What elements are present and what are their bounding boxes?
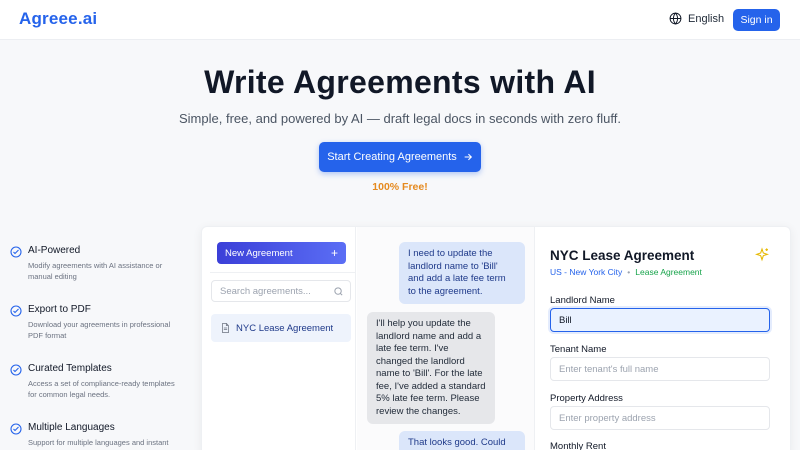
search-agreements-input[interactable]: Search agreements...: [211, 280, 351, 302]
feature-title: Curated Templates: [28, 363, 112, 374]
sidebar-divider: [210, 272, 356, 273]
landlord-name-label: Landlord Name: [550, 295, 615, 306]
tenant-name-label: Tenant Name: [550, 344, 607, 355]
feature-description: Download your agreements in professional…: [28, 320, 171, 340]
free-badge-text: 100% Free!: [372, 181, 428, 193]
plus-icon: +: [330, 246, 338, 260]
property-address-label: Property Address: [550, 393, 623, 404]
sidebar-item-label: NYC Lease Agreement: [236, 322, 334, 334]
check-circle-icon: [10, 246, 22, 258]
chat-pane: I need to update the landlord name to 'B…: [357, 227, 535, 450]
property-address-field[interactable]: Enter property address: [550, 406, 770, 430]
agreement-title: NYC Lease Agreement: [550, 248, 695, 263]
sparkle-icon[interactable]: [754, 247, 770, 263]
jurisdiction-label: US - New York City: [550, 267, 623, 277]
agreement-type-label: Lease Agreement: [635, 267, 702, 277]
agreement-form: NYC Lease Agreement US - New York City •…: [536, 227, 792, 450]
new-agreement-button[interactable]: New Agreement +: [217, 242, 346, 264]
chat-message-assistant: I'll help you update the landlord name a…: [367, 312, 495, 424]
search-icon: [334, 287, 343, 296]
brand-logo[interactable]: Agreee.ai: [19, 9, 97, 29]
language-selector[interactable]: English: [669, 12, 724, 25]
document-icon: [222, 323, 229, 333]
start-creating-button[interactable]: Start Creating Agreements: [319, 142, 481, 172]
sidebar-item-nyc-lease[interactable]: NYC Lease Agreement: [211, 314, 351, 342]
tenant-name-field[interactable]: Enter tenant's full name: [550, 357, 770, 381]
feature-description: Support for multiple languages and insta…: [28, 438, 169, 450]
globe-icon: [669, 12, 682, 25]
new-agreement-label: New Agreement: [225, 247, 293, 259]
top-header: Agreee.ai English Sign in: [0, 0, 800, 40]
meta-separator: •: [627, 267, 631, 277]
feature-title: Export to PDF: [28, 304, 91, 315]
language-label: English: [688, 12, 725, 25]
feature-title: AI-Powered: [28, 245, 81, 256]
landlord-name-field[interactable]: Bill: [550, 308, 770, 332]
check-circle-icon: [10, 364, 22, 376]
check-circle-icon: [10, 305, 22, 317]
chat-message-user: I need to update the landlord name to 'B…: [399, 242, 525, 304]
monthly-rent-label: Monthly Rent: [550, 441, 606, 450]
feature-description: Modify agreements with AI assistance or …: [28, 261, 163, 281]
feature-title: Multiple Languages: [28, 422, 115, 433]
arrow-right-icon: [464, 153, 472, 161]
check-circle-icon: [10, 423, 22, 435]
hero-subtitle: Simple, free, and powered by AI — draft …: [179, 111, 621, 126]
agreements-sidebar: New Agreement + Search agreements... NYC…: [202, 227, 356, 450]
chat-message-user: That looks good. Could: [399, 431, 525, 450]
search-placeholder: Search agreements...: [220, 286, 311, 297]
agreement-meta: US - New York City • Lease Agreement: [550, 267, 702, 277]
sign-in-button[interactable]: Sign in: [733, 9, 780, 31]
hero-title: Write Agreements with AI: [204, 64, 596, 100]
feature-description: Access a set of compliance-ready templat…: [28, 379, 175, 399]
start-creating-label: Start Creating Agreements: [327, 151, 457, 163]
app-preview-panel: New Agreement + Search agreements... NYC…: [201, 226, 791, 450]
